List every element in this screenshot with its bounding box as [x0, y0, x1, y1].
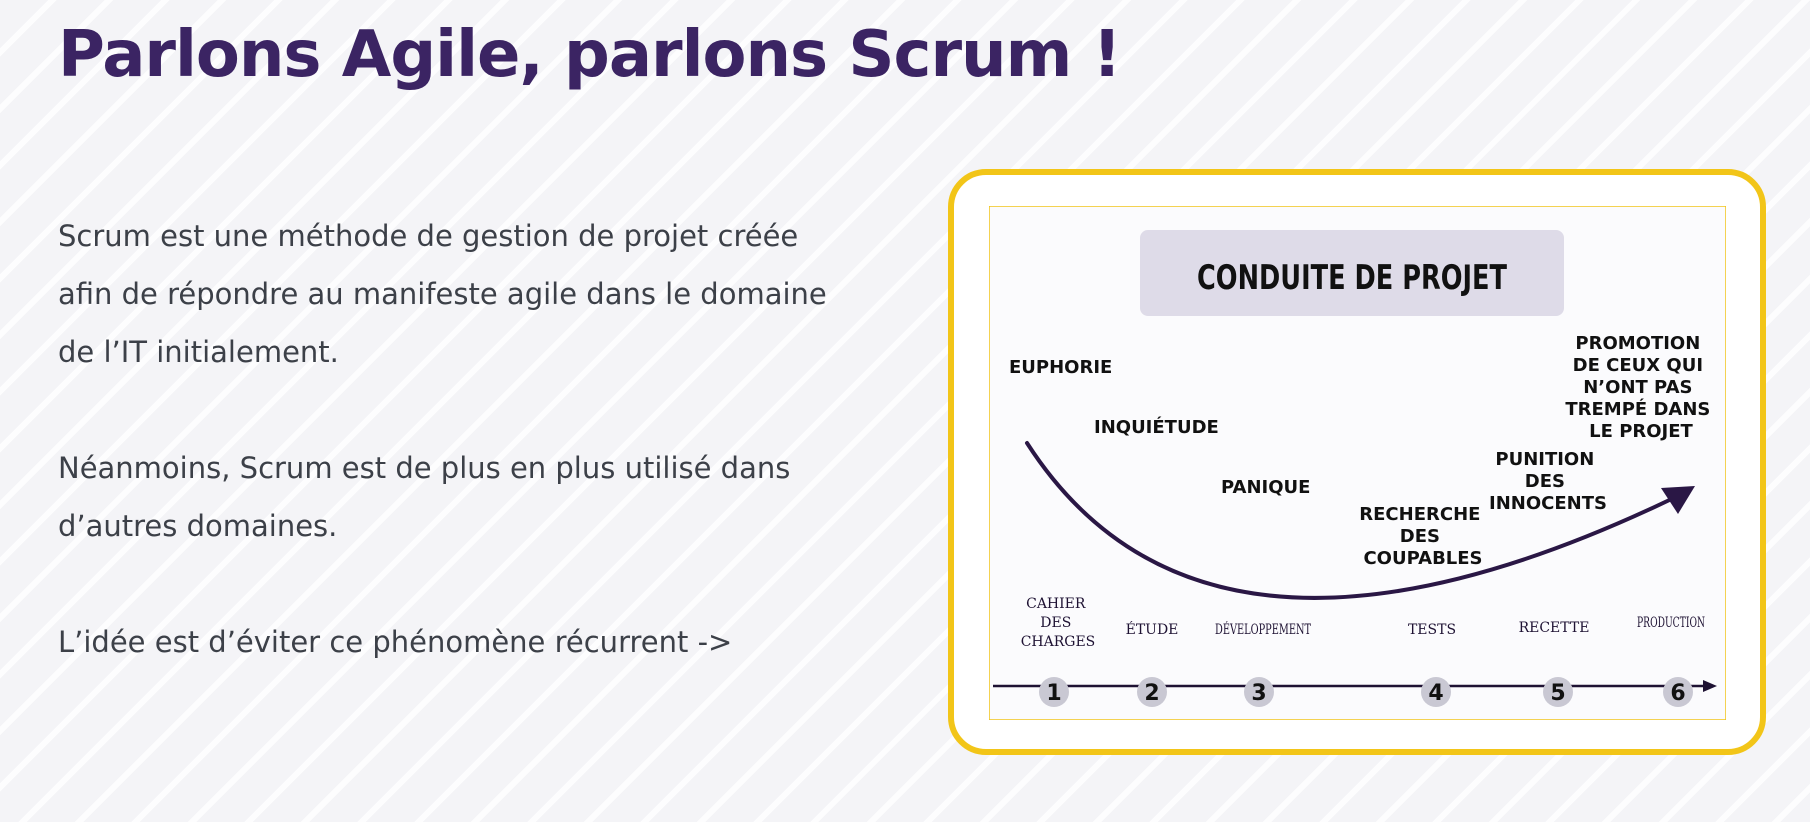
mood-label-line: TREMPÉ DANS — [1565, 398, 1710, 420]
step-number: 4 — [1428, 681, 1443, 706]
mood-label-panique: PANIQUE — [1221, 477, 1310, 498]
phase-label-recette: RECETTE — [1519, 620, 1590, 636]
body-text: Scrum est une méthode de gestion de proj… — [58, 207, 938, 671]
step-number: 3 — [1251, 681, 1266, 706]
step-number: 2 — [1144, 681, 1159, 706]
mood-label-line: RECHERCHE — [1359, 504, 1480, 525]
phase-label-line: PRODUCTION — [1637, 615, 1705, 631]
step-marker-1: 1 — [1039, 677, 1069, 707]
mood-label-line: PUNITION — [1495, 449, 1594, 470]
paragraph-line: L’idée est d’éviter ce phénomène récurre… — [58, 625, 733, 659]
step-number: 6 — [1670, 681, 1685, 706]
paragraph-line: Néanmoins, Scrum est de plus en plus uti… — [58, 451, 791, 485]
mood-label-line: PANIQUE — [1221, 477, 1310, 498]
step-number: 5 — [1550, 681, 1565, 706]
project-diagram: CONDUITE DE PROJET EUPHORIE INQUIÉTUDE P… — [989, 206, 1726, 720]
mood-label-line: DES — [1525, 471, 1565, 492]
phase-label-line: TESTS — [1408, 622, 1456, 638]
step-number: 1 — [1046, 681, 1061, 706]
mood-label-line: LE PROJET — [1589, 421, 1693, 442]
phase-label-line: CHARGES — [1021, 634, 1096, 650]
paragraph-line: d’autres domaines. — [58, 509, 338, 543]
phase-label-developpement: DÉVELOPPEMENT — [1215, 620, 1311, 638]
paragraph-line: Scrum est une méthode de gestion de proj… — [58, 219, 799, 253]
mood-label-line: DE CEUX QUI — [1573, 355, 1703, 376]
mood-label-line: PROMOTION — [1575, 333, 1700, 354]
paragraph-line: de l’IT initialement. — [58, 335, 339, 369]
mood-label-line: INNOCENTS — [1489, 493, 1607, 514]
mood-label-line: EUPHORIE — [1009, 357, 1112, 378]
step-marker-3: 3 — [1244, 677, 1274, 707]
step-marker-4: 4 — [1421, 677, 1451, 707]
mood-label-euphorie: EUPHORIE — [1009, 357, 1112, 378]
mood-label-inquietude: INQUIÉTUDE — [1094, 416, 1219, 438]
phase-label-line: DÉVELOPPEMENT — [1215, 620, 1311, 638]
mood-label-line: INQUIÉTUDE — [1094, 416, 1219, 438]
step-marker-2: 2 — [1137, 677, 1167, 707]
phase-label-etude: ÉTUDE — [1126, 620, 1179, 638]
step-marker-6: 6 — [1663, 677, 1693, 707]
mood-label-line: DES — [1400, 526, 1440, 547]
diagram-title: CONDUITE DE PROJET — [1197, 258, 1508, 298]
slide-title: Parlons Agile, parlons Scrum ! — [58, 18, 1122, 92]
phase-label-tests: TESTS — [1408, 622, 1456, 638]
phase-label-line: RECETTE — [1519, 620, 1590, 636]
phase-label-line: CAHIER — [1026, 596, 1086, 612]
phase-label-line: DES — [1040, 615, 1071, 631]
mood-label-line: N’ONT PAS — [1583, 377, 1692, 398]
phase-label-line: ÉTUDE — [1126, 620, 1179, 638]
phase-label-production: PRODUCTION — [1637, 615, 1705, 631]
diagram-canvas: CONDUITE DE PROJET EUPHORIE INQUIÉTUDE P… — [989, 206, 1726, 720]
step-marker-5: 5 — [1543, 677, 1573, 707]
mood-label-line: COUPABLES — [1363, 548, 1482, 569]
paragraph-line: afin de répondre au manifeste agile dans… — [58, 277, 827, 311]
